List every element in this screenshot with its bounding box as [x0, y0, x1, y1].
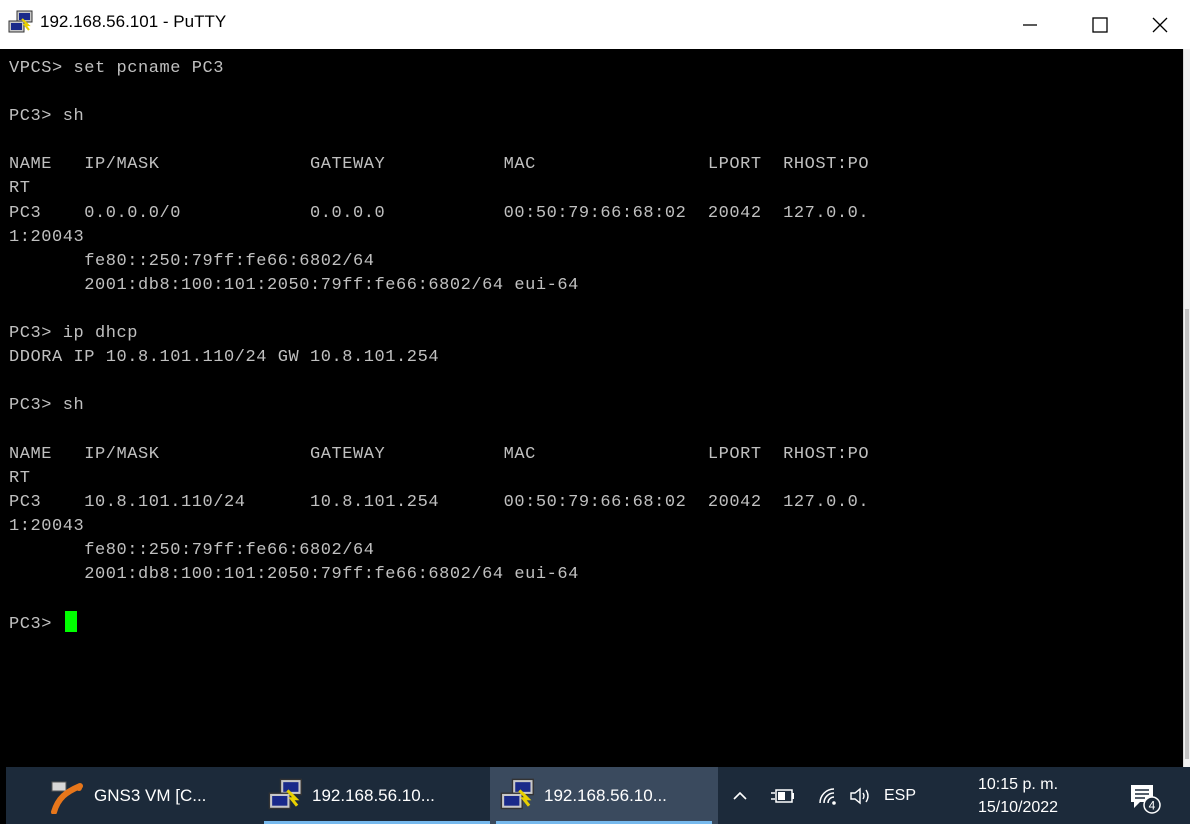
terminal-line: RT [9, 468, 31, 488]
terminal-line: fe80::250:79ff:fe66:6802/64 [9, 251, 375, 271]
input-language-button[interactable]: ESP [884, 767, 916, 824]
terminal-line: 1:20043 [9, 227, 85, 247]
terminal-prompt: PC3> [9, 615, 63, 635]
speaker-icon [850, 787, 869, 804]
taskbar-edge [0, 767, 6, 824]
terminal-output[interactable]: VPCS> set pcname PC3 PC3> sh NAME IP/MAS… [0, 49, 1183, 767]
show-hidden-icons-button[interactable] [730, 767, 750, 824]
taskbar-item-label: 192.168.56.10... [544, 785, 667, 805]
close-button[interactable] [1130, 0, 1190, 49]
terminal-line: 1:20043 [9, 516, 85, 536]
putty-icon [8, 10, 33, 33]
volume-button[interactable] [848, 767, 874, 824]
language-label: ESP [884, 786, 917, 804]
terminal-line: 2001:db8:100:101:2050:79ff:fe66:6802/64 … [9, 564, 579, 584]
minimize-icon [1023, 23, 1037, 26]
notification-center-icon[interactable]: 4 [1126, 780, 1162, 816]
terminal-scrollbar[interactable] [1183, 49, 1190, 767]
terminal-line: NAME IP/MASK GATEWAY MAC LPORT RHOST:PO [9, 444, 870, 464]
taskbar-item-putty-1[interactable]: 192.168.56.10... [258, 767, 496, 824]
terminal-line: PC3 0.0.0.0/0 0.0.0.0 00:50:79:66:68:02 … [9, 203, 870, 223]
minimize-button[interactable] [1000, 0, 1060, 49]
terminal-prompt-line[interactable]: PC3> [9, 611, 869, 635]
terminal-lines: VPCS> set pcname PC3 PC3> sh NAME IP/MAS… [9, 57, 869, 635]
maximize-icon [1092, 16, 1108, 33]
terminal-line: RT [9, 179, 31, 199]
gns3-icon [51, 781, 83, 814]
terminal-line: PC3 10.8.101.110/24 10.8.101.254 00:50:7… [9, 492, 870, 512]
window-title: 192.168.56.101 - PuTTY [40, 12, 227, 31]
terminal-line: VPCS> set pcname PC3 [9, 59, 225, 78]
terminal-line: PC3> sh [9, 396, 85, 416]
putty-icon [268, 778, 302, 809]
clock-date: 15/10/2022 [977, 799, 1059, 816]
taskbar-item-gns3[interactable]: GNS3 VM [C... [40, 767, 262, 824]
taskbar-item-label: GNS3 VM [C... [94, 785, 207, 805]
scrollbar-thumb[interactable] [1185, 309, 1189, 759]
window-titlebar[interactable]: 192.168.56.101 - PuTTY [0, 0, 1190, 49]
terminal-line: DDORA IP 10.8.101.110/24 GW 10.8.101.254 [9, 348, 440, 368]
notification-count: 4 [1149, 799, 1156, 813]
chevron-up-icon [733, 791, 747, 800]
terminal-line: fe80::250:79ff:fe66:6802/64 [9, 540, 375, 560]
terminal-line: PC3> ip dhcp [9, 324, 139, 344]
maximize-button[interactable] [1070, 0, 1130, 49]
taskbar: GNS3 VM [C... 192.168.56.10... 192.168.5… [0, 767, 1190, 824]
battery-plug-icon [771, 788, 794, 803]
terminal-cursor [64, 611, 77, 633]
terminal-line: PC3> sh [9, 107, 85, 127]
terminal-line: 2001:db8:100:101:2050:79ff:fe66:6802/64 … [9, 275, 579, 295]
clock-time: 10:15 p. m. [977, 776, 1059, 793]
power-status-button[interactable] [770, 767, 796, 824]
terminal-line: NAME IP/MASK GATEWAY MAC LPORT RHOST:PO [9, 155, 870, 175]
taskbar-item-putty-2[interactable]: 192.168.56.10... [490, 767, 718, 824]
clock-button[interactable]: 10:15 p. m. 15/10/2022 [968, 773, 1068, 819]
wifi-icon [819, 787, 836, 805]
close-icon [1152, 17, 1168, 32]
putty-icon [500, 778, 534, 809]
network-button[interactable] [816, 767, 840, 824]
taskbar-item-label: 192.168.56.10... [312, 785, 435, 805]
